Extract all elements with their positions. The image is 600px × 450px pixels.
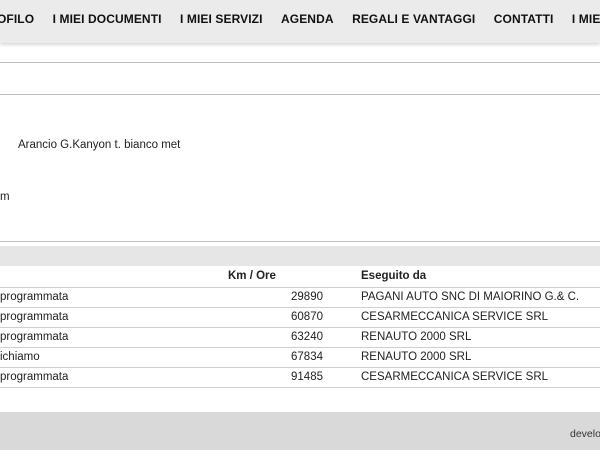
row-type: ichiamo bbox=[0, 347, 228, 368]
table-row: programmata 29890 PAGANI AUTO SNC DI MAI… bbox=[0, 287, 600, 308]
nav-item-ordini[interactable]: I MIEI ORDINI bbox=[572, 12, 600, 26]
row-by: PAGANI AUTO SNC DI MAIORINO G.& C. bbox=[361, 287, 600, 308]
row-by: CESARMECCANICA SERVICE SRL bbox=[361, 307, 600, 328]
page-footer: develo bbox=[0, 412, 600, 450]
nav-item-agenda[interactable]: AGENDA bbox=[281, 12, 334, 26]
table-row: ichiamo 67834 RENAUTO 2000 SRL bbox=[0, 347, 600, 368]
header-gap bbox=[323, 266, 361, 288]
nav-menu: OFILO I MIEI DOCUMENTI I MIEI SERVIZI AG… bbox=[0, 10, 600, 28]
row-km: 91485 bbox=[228, 367, 323, 388]
top-navigation: OFILO I MIEI DOCUMENTI I MIEI SERVIZI AG… bbox=[0, 0, 600, 43]
table-row: programmata 63240 RENAUTO 2000 SRL bbox=[0, 327, 600, 348]
services-table: Km / Ore Eseguito da programmata 29890 P… bbox=[0, 266, 600, 388]
nav-item-servizi[interactable]: I MIEI SERVIZI bbox=[180, 12, 263, 26]
table-row: programmata 91485 CESARMECCANICA SERVICE… bbox=[0, 367, 600, 388]
table-header-row: Km / Ore Eseguito da bbox=[0, 266, 600, 288]
row-km: 60870 bbox=[228, 307, 323, 328]
nav-item-documenti[interactable]: I MIEI DOCUMENTI bbox=[53, 12, 162, 26]
row-gap bbox=[323, 287, 361, 308]
row-gap bbox=[323, 327, 361, 348]
row-km: 67834 bbox=[228, 347, 323, 368]
nav-item-contatti[interactable]: CONTATTI bbox=[494, 12, 554, 26]
vehicle-panel bbox=[0, 62, 600, 242]
row-gap bbox=[323, 367, 361, 388]
row-gap bbox=[323, 307, 361, 328]
header-type bbox=[0, 266, 228, 288]
row-type: programmata bbox=[0, 307, 228, 328]
row-by: RENAUTO 2000 SRL bbox=[361, 327, 600, 348]
nav-item-regali[interactable]: REGALI E VANTAGGI bbox=[352, 12, 475, 26]
table-row: programmata 60870 CESARMECCANICA SERVICE… bbox=[0, 307, 600, 328]
panel-divider bbox=[0, 94, 600, 95]
row-km: 29890 bbox=[228, 287, 323, 308]
nav-item-profilo[interactable]: OFILO bbox=[0, 12, 34, 26]
row-gap bbox=[323, 347, 361, 368]
row-by: CESARMECCANICA SERVICE SRL bbox=[361, 367, 600, 388]
row-km: 63240 bbox=[228, 327, 323, 348]
row-type: programmata bbox=[0, 287, 228, 308]
table-header-band bbox=[0, 246, 600, 266]
header-km: Km / Ore bbox=[228, 266, 323, 288]
vehicle-partial-text: m bbox=[0, 191, 10, 203]
footer-credit[interactable]: develo bbox=[570, 428, 600, 440]
row-type: programmata bbox=[0, 327, 228, 348]
row-by: RENAUTO 2000 SRL bbox=[361, 347, 600, 368]
row-type: programmata bbox=[0, 367, 228, 388]
vehicle-color-value: Arancio G.Kanyon t. bianco met bbox=[18, 139, 181, 151]
header-by: Eseguito da bbox=[361, 266, 600, 288]
